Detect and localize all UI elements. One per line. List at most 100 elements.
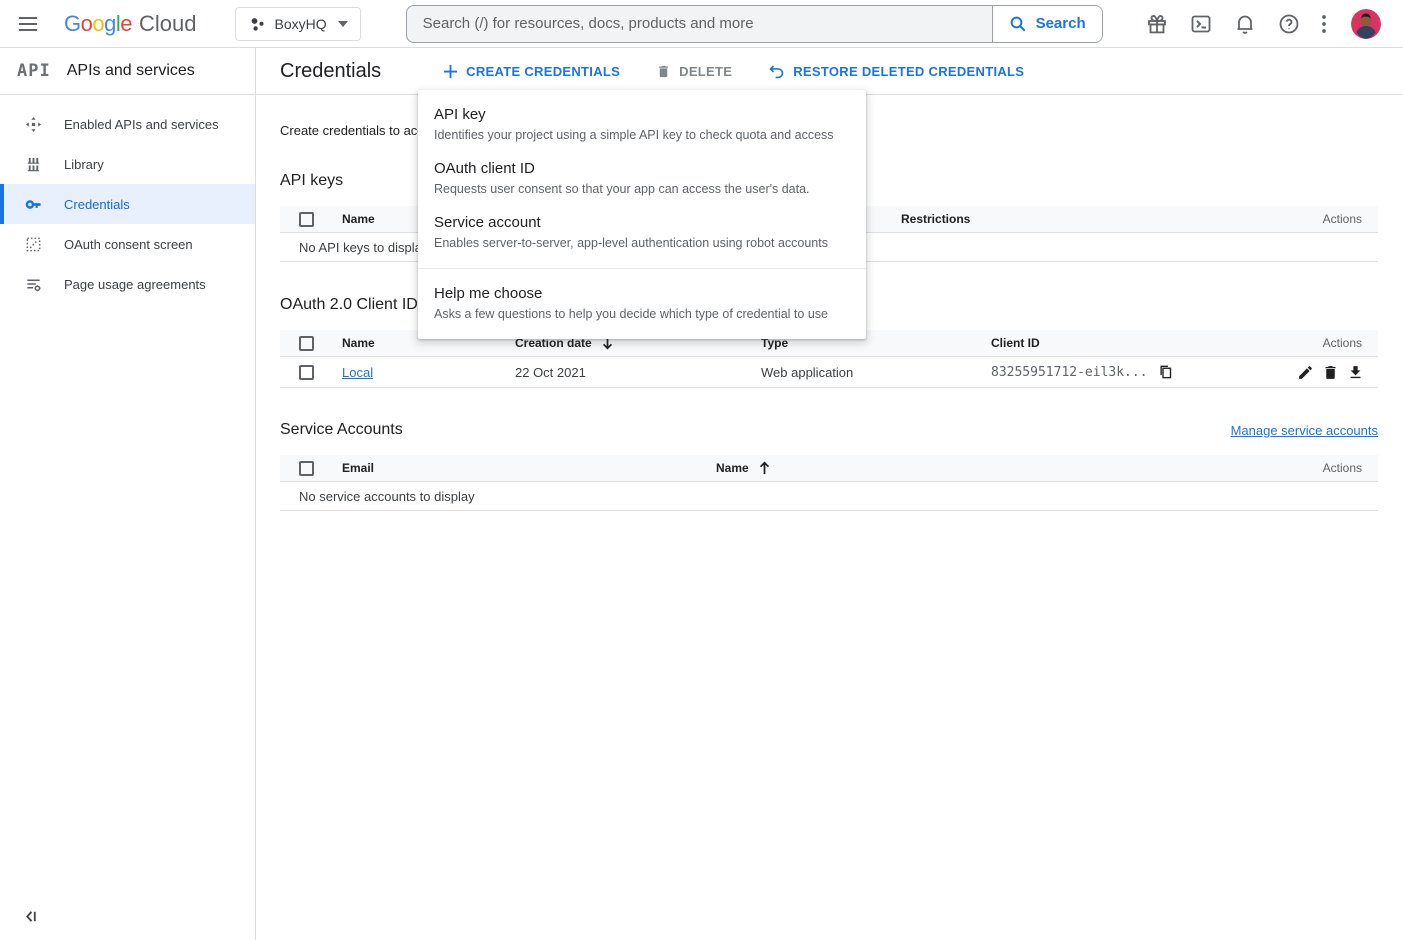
logo-letter: o — [92, 11, 104, 37]
manage-service-accounts-link[interactable]: Manage service accounts — [1231, 423, 1378, 438]
column-header-restrictions: Restrictions — [901, 212, 1294, 226]
menu-item-title: API key — [434, 105, 850, 124]
menu-item-title: Service account — [434, 213, 850, 232]
service-accounts-table: Email Name Actions No service accounts t… — [280, 455, 1378, 511]
hamburger-menu-icon[interactable] — [8, 4, 48, 44]
chevron-down-icon — [338, 21, 348, 27]
download-icon[interactable] — [1347, 364, 1364, 381]
create-credentials-label: CREATE CREDENTIALS — [466, 64, 620, 79]
service-accounts-heading-row: Service Accounts Manage service accounts — [280, 421, 1378, 439]
project-name: BoxyHQ — [275, 16, 327, 32]
logo-letter: e — [120, 11, 132, 37]
cloud-shell-icon[interactable] — [1189, 12, 1213, 36]
oauth-client-row: Local 22 Oct 2021 Web application 832559… — [280, 357, 1378, 388]
plus-icon — [443, 64, 458, 79]
sidebar-item-label: Credentials — [64, 197, 130, 212]
logo-letter: o — [81, 11, 93, 37]
client-type-value: Web application — [761, 365, 991, 380]
search-button-label: Search — [1036, 15, 1086, 32]
library-icon — [25, 156, 42, 173]
sidebar-footer — [0, 909, 255, 940]
sidebar-item-label: Enabled APIs and services — [64, 117, 219, 132]
service-accounts-empty-text: No service accounts to display — [280, 482, 1378, 510]
select-all-checkbox[interactable] — [299, 461, 314, 476]
restore-deleted-credentials-button[interactable]: RESTORE DELETED CREDENTIALS — [768, 64, 1024, 79]
menu-item-description: Requests user consent so that your app c… — [434, 181, 850, 197]
menu-item-service-account[interactable]: Service account Enables server-to-server… — [418, 206, 866, 260]
service-accounts-empty-row: No service accounts to display — [280, 482, 1378, 511]
select-all-checkbox[interactable] — [299, 212, 314, 227]
service-accounts-heading: Service Accounts — [280, 421, 403, 439]
name-label: Name — [716, 461, 749, 475]
logo-letter: G — [64, 11, 81, 37]
menu-item-description: Enables server-to-server, app-level auth… — [434, 235, 850, 251]
sidebar-header: API APIs and services — [0, 48, 255, 95]
column-header-actions: Actions — [1294, 336, 1378, 350]
global-search: Search — [406, 5, 1103, 43]
sidebar: API APIs and services Enabled APIs and s… — [0, 48, 256, 940]
notifications-bell-icon[interactable] — [1233, 12, 1257, 36]
column-header-client-id: Client ID — [991, 336, 1294, 350]
enabled-apis-icon — [25, 116, 42, 133]
main-content: Credentials CREATE CREDENTIALS DELETE — [256, 48, 1403, 940]
search-button[interactable]: Search — [992, 6, 1102, 42]
create-credentials-button[interactable]: CREATE CREDENTIALS — [443, 64, 620, 79]
more-options-icon[interactable] — [1321, 14, 1327, 34]
project-icon — [248, 15, 266, 33]
sidebar-item-oauth-consent[interactable]: OAuth consent screen — [0, 224, 255, 264]
logo-letter: g — [104, 11, 116, 37]
agreements-icon — [25, 276, 42, 293]
column-header-name[interactable]: Name — [716, 461, 1294, 475]
delete-label: DELETE — [679, 64, 732, 79]
sort-ascending-icon — [758, 461, 771, 475]
creation-date-value: 22 Oct 2021 — [515, 365, 761, 380]
logo-cloud-text: Cloud — [139, 11, 196, 37]
sidebar-item-label: Library — [64, 157, 104, 172]
delete-trash-icon[interactable] — [1322, 364, 1339, 381]
google-cloud-logo[interactable]: Google Cloud — [64, 11, 197, 37]
menu-item-title: Help me choose — [434, 284, 850, 303]
edit-pencil-icon[interactable] — [1297, 364, 1314, 381]
select-all-checkbox[interactable] — [299, 336, 314, 351]
menu-divider — [418, 268, 866, 269]
sidebar-item-library[interactable]: Library — [0, 144, 255, 184]
sidebar-title: APIs and services — [67, 62, 195, 80]
delete-button[interactable]: DELETE — [656, 64, 732, 79]
search-input[interactable] — [407, 6, 992, 42]
project-selector[interactable]: BoxyHQ — [235, 7, 361, 41]
page-title: Credentials — [280, 60, 381, 83]
copy-icon[interactable] — [1158, 364, 1173, 380]
client-id-value: 83255951712-eil3k... — [991, 365, 1148, 380]
search-icon — [1009, 15, 1027, 33]
trash-icon — [656, 64, 671, 79]
service-accounts-header-row: Email Name Actions — [280, 455, 1378, 482]
help-icon[interactable] — [1277, 12, 1301, 36]
undo-arrow-icon — [768, 64, 785, 79]
api-logo-glyph: API — [17, 61, 51, 81]
column-header-actions: Actions — [1294, 212, 1378, 226]
menu-item-description: Identifies your project using a simple A… — [434, 127, 850, 143]
sidebar-item-enabled-apis[interactable]: Enabled APIs and services — [0, 104, 255, 144]
user-avatar[interactable] — [1351, 9, 1381, 39]
key-icon — [25, 196, 42, 213]
row-checkbox[interactable] — [299, 365, 314, 380]
page-header: Credentials CREATE CREDENTIALS DELETE — [256, 48, 1403, 95]
consent-screen-icon — [25, 236, 42, 253]
sidebar-item-page-usage[interactable]: Page usage agreements — [0, 264, 255, 304]
menu-item-oauth-client-id[interactable]: OAuth client ID Requests user consent so… — [418, 152, 866, 206]
sidebar-item-label: Page usage agreements — [64, 277, 206, 292]
sidebar-nav: Enabled APIs and services Library Cre — [0, 95, 255, 304]
restore-label: RESTORE DELETED CREDENTIALS — [793, 64, 1024, 79]
sidebar-item-label: OAuth consent screen — [64, 237, 193, 252]
sidebar-item-credentials[interactable]: Credentials — [0, 184, 255, 224]
collapse-sidebar-icon[interactable] — [24, 909, 39, 924]
client-name-link[interactable]: Local — [342, 365, 373, 380]
topbar-actions — [1145, 9, 1381, 39]
menu-item-title: OAuth client ID — [434, 159, 850, 178]
create-credentials-menu: API key Identifies your project using a … — [418, 90, 866, 339]
menu-item-help-me-choose[interactable]: Help me choose Asks a few questions to h… — [418, 277, 866, 331]
menu-item-api-key[interactable]: API key Identifies your project using a … — [418, 98, 866, 152]
column-header-email: Email — [342, 461, 716, 475]
gift-icon[interactable] — [1145, 12, 1169, 36]
top-app-bar: Google Cloud BoxyHQ Search — [0, 0, 1403, 48]
